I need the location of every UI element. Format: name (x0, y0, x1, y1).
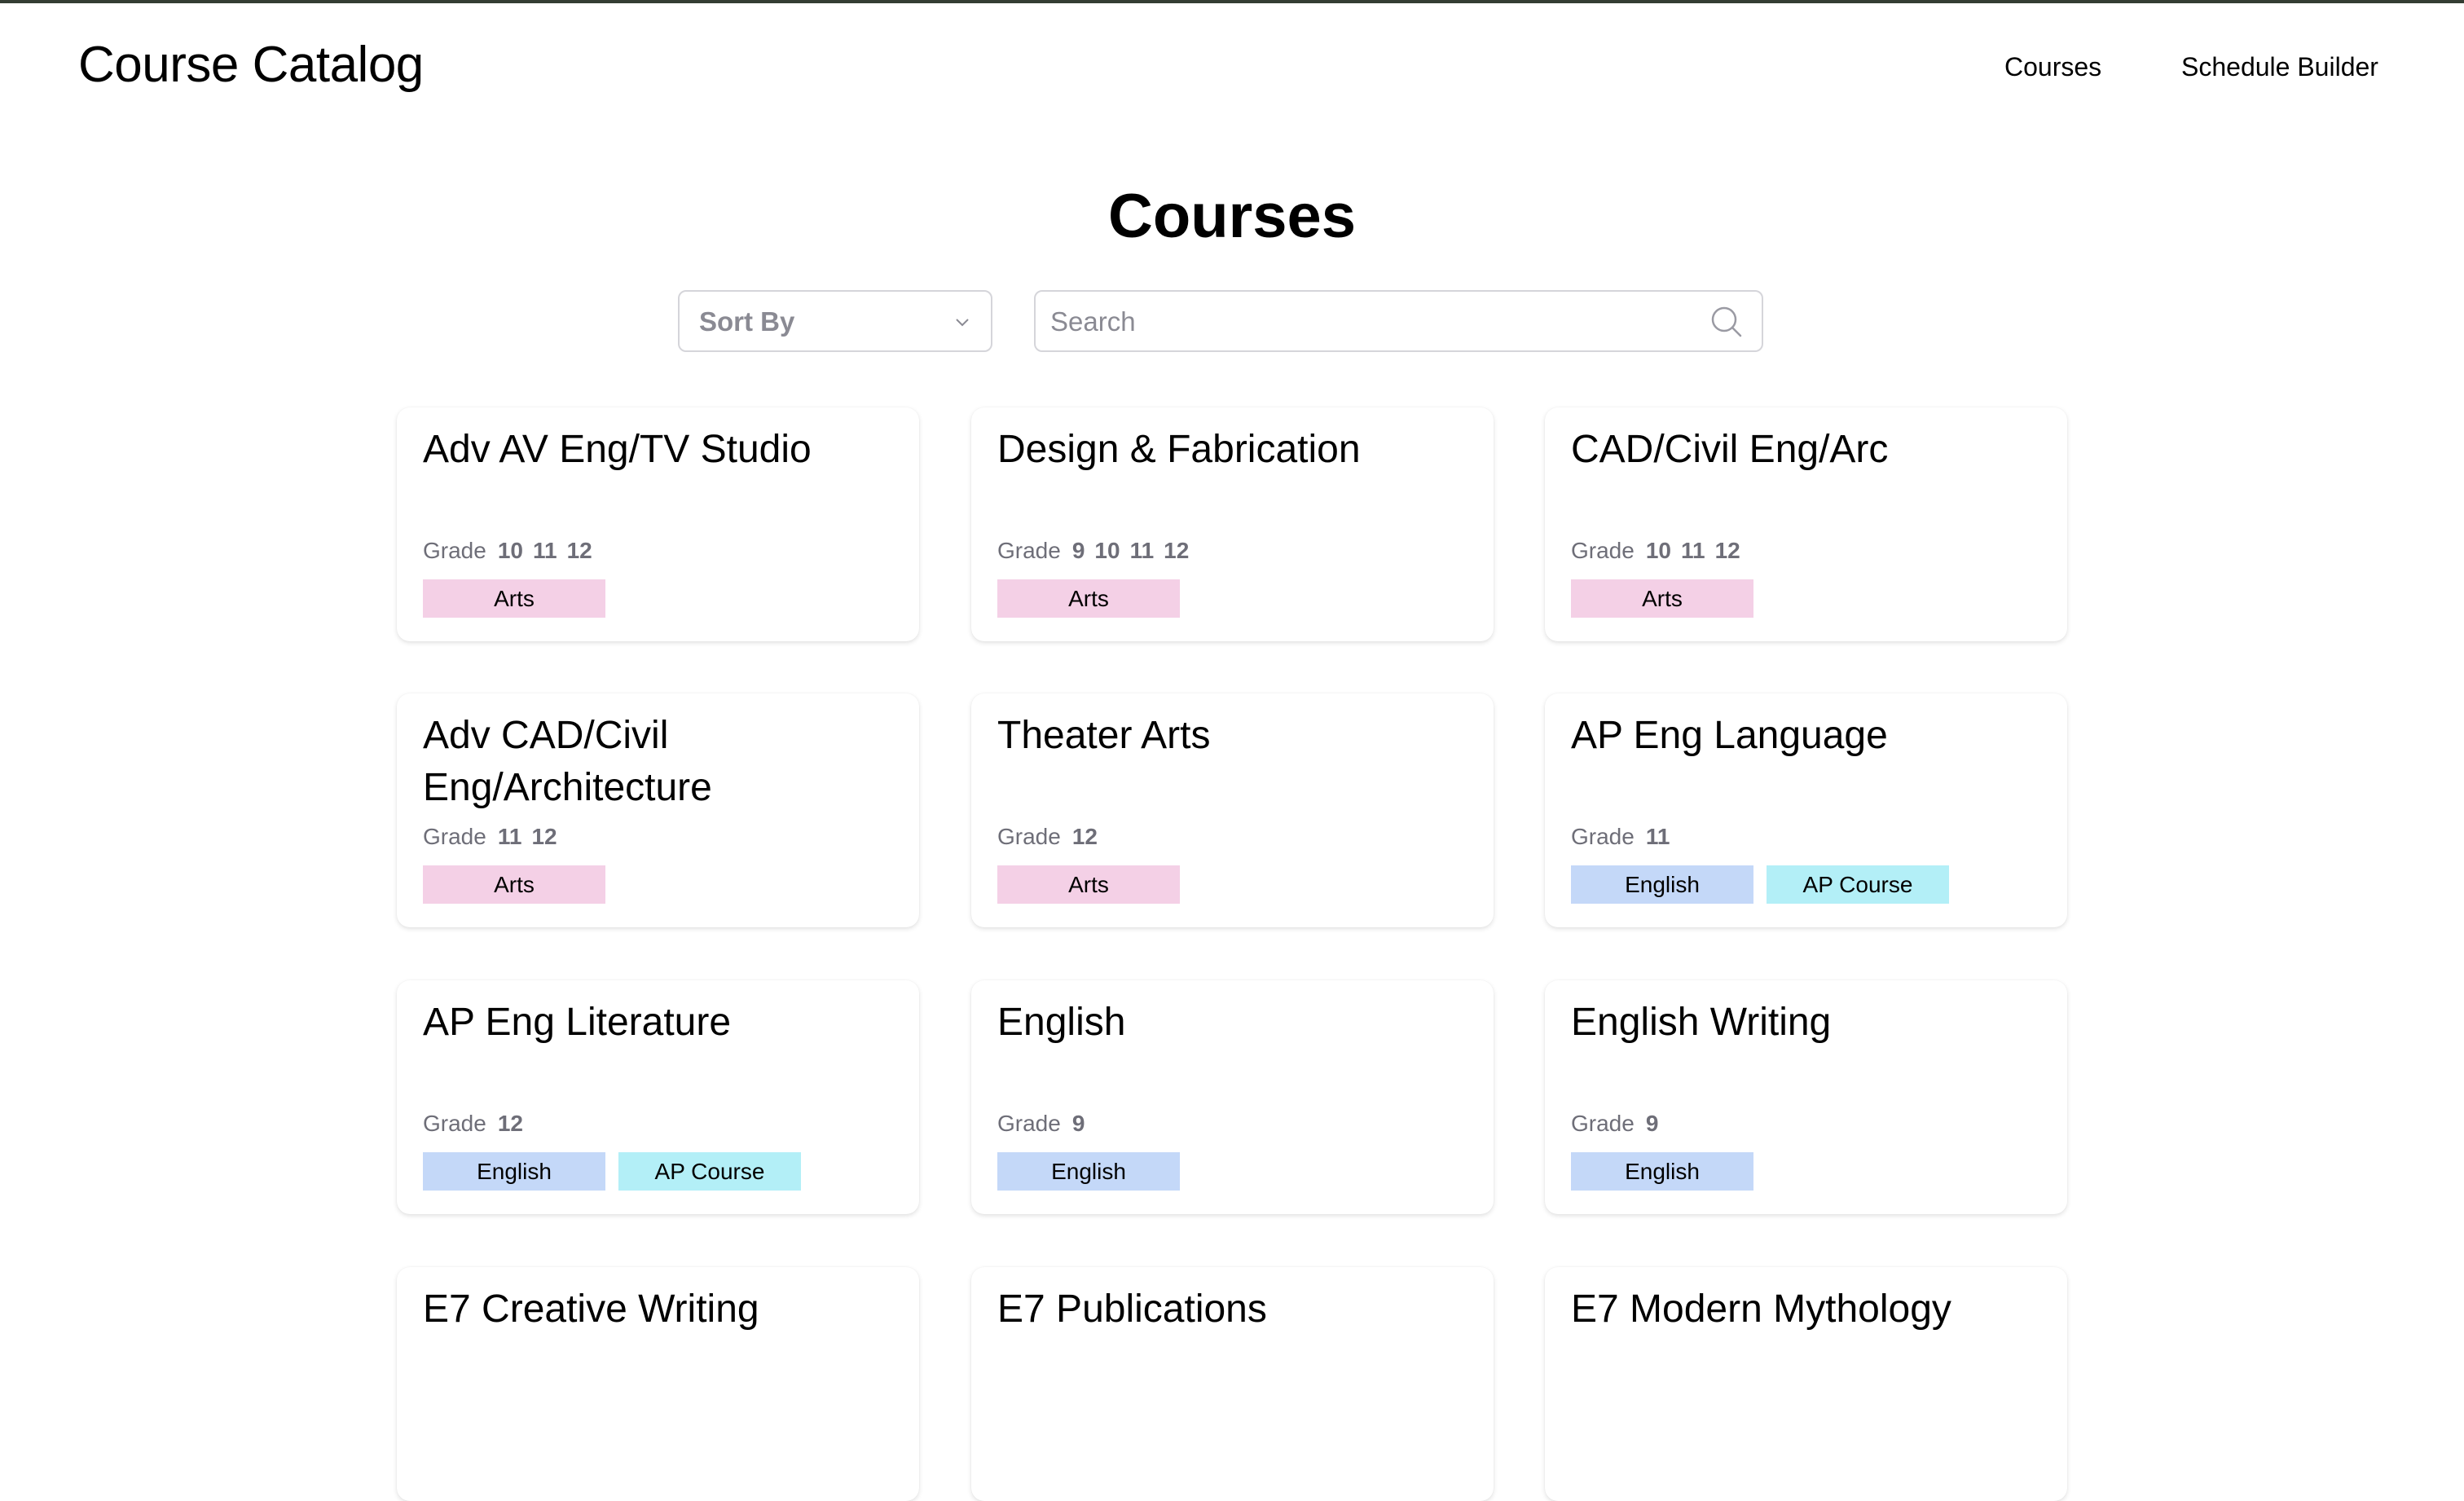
grade-label: Grade (997, 824, 1061, 849)
course-tags: Arts (1571, 579, 1753, 618)
course-tags: Arts (423, 865, 605, 904)
course-card[interactable]: AP Eng Literature Grade 12 English AP Course (397, 980, 919, 1214)
grade-number: 10 (497, 538, 523, 563)
tag-arts: Arts (997, 579, 1180, 618)
course-card[interactable]: Adv AV Eng/TV Studio Grade 10 11 12 Arts (397, 407, 919, 641)
course-title: English Writing (1571, 1001, 1832, 1044)
grade-levels: Grade 9 (1571, 1111, 1668, 1137)
grade-levels: Grade 11 (1571, 824, 1679, 850)
course-tags: English AP Course (423, 1152, 801, 1191)
tag-ap-course: AP Course (618, 1152, 801, 1191)
course-tags: Arts (997, 865, 1180, 904)
page-title: Courses (1107, 182, 1357, 251)
course-tags: Arts (997, 579, 1180, 618)
course-tags: English (997, 1152, 1180, 1191)
grade-number: 12 (497, 1111, 523, 1136)
course-title: E7 Publications (997, 1288, 1267, 1331)
grade-levels: Grade 9 10 11 12 (997, 538, 1199, 564)
grade-number: 10 (1094, 538, 1120, 563)
course-title: English (997, 1001, 1126, 1044)
course-tags: English AP Course (1571, 865, 1949, 904)
tag-arts: Arts (423, 579, 605, 618)
grade-number: 12 (531, 824, 557, 849)
grade-label: Grade (1571, 538, 1635, 563)
course-card[interactable]: E7 Publications (971, 1267, 1494, 1501)
grade-levels: Grade 9 (997, 1111, 1094, 1137)
search-icon[interactable] (1709, 305, 1744, 339)
grade-levels: Grade 12 (423, 1111, 533, 1137)
grade-number: 11 (497, 824, 522, 849)
course-card[interactable]: CAD/Civil Eng/Arc Grade 10 11 12 Arts (1545, 407, 2067, 641)
grade-number: 12 (1071, 824, 1098, 849)
grade-label: Grade (1571, 1111, 1635, 1136)
grade-levels: Grade 12 (997, 824, 1107, 850)
tag-english: English (423, 1152, 605, 1191)
tag-arts: Arts (423, 865, 605, 904)
sort-by-label: Sort By (699, 306, 795, 337)
grade-label: Grade (997, 538, 1061, 563)
grade-number: 11 (532, 538, 557, 563)
chevron-down-icon (956, 319, 969, 327)
grade-label: Grade (423, 1111, 486, 1136)
grade-label: Grade (423, 538, 486, 563)
course-tags: Arts (423, 579, 605, 618)
tag-english: English (1571, 865, 1753, 904)
nav-link-schedule-builder[interactable]: Schedule Builder (2181, 52, 2378, 82)
grade-number: 9 (1071, 1111, 1085, 1136)
course-title: Design & Fabrication (997, 428, 1361, 471)
search-box[interactable] (1034, 290, 1763, 352)
course-title: Adv CAD/Civil Eng/Architecture (423, 714, 712, 809)
course-title: Adv AV Eng/TV Studio (423, 428, 812, 471)
course-card[interactable]: E7 Modern Mythology (1545, 1267, 2067, 1501)
course-title: CAD/Civil Eng/Arc (1571, 428, 1889, 471)
tag-arts: Arts (1571, 579, 1753, 618)
grade-levels: Grade 10 11 12 (423, 538, 602, 564)
grade-label: Grade (423, 824, 486, 849)
top-border (0, 0, 2464, 3)
grade-number: 11 (1129, 538, 1155, 563)
tag-english: English (997, 1152, 1180, 1191)
course-card[interactable]: Adv CAD/Civil Eng/Architecture Grade 11 12 A… (397, 693, 919, 927)
grade-number: 10 (1645, 538, 1671, 563)
grade-levels: Grade 10 11 12 (1571, 538, 1750, 564)
site-brand[interactable]: Course Catalog (78, 36, 424, 94)
grade-number: 11 (1645, 824, 1670, 849)
grade-levels: Grade 11 12 (423, 824, 567, 850)
nav-link-courses[interactable]: Courses (2004, 52, 2101, 82)
course-card[interactable]: English Grade 9 English (971, 980, 1494, 1214)
grade-number: 12 (1164, 538, 1190, 563)
sort-by-select[interactable]: Sort By (678, 290, 992, 352)
course-tags: English (1571, 1152, 1753, 1191)
course-card[interactable]: Design & Fabrication Grade 9 10 11 12 Arts (971, 407, 1494, 641)
grade-number: 12 (1714, 538, 1740, 563)
search-input[interactable] (1049, 295, 1687, 349)
tag-arts: Arts (997, 865, 1180, 904)
course-card[interactable]: Theater Arts Grade 12 Arts (971, 693, 1494, 927)
grade-label: Grade (1571, 824, 1635, 849)
course-title: Theater Arts (997, 714, 1211, 757)
grade-number: 12 (566, 538, 592, 563)
course-card[interactable]: English Writing Grade 9 English (1545, 980, 2067, 1214)
tag-ap-course: AP Course (1767, 865, 1949, 904)
grade-number: 9 (1071, 538, 1085, 563)
course-title: AP Eng Literature (423, 1001, 732, 1044)
course-title: E7 Creative Writing (423, 1288, 759, 1331)
tag-english: English (1571, 1152, 1753, 1191)
grade-number: 11 (1680, 538, 1705, 563)
course-card[interactable]: E7 Creative Writing (397, 1267, 919, 1501)
course-title: E7 Modern Mythology (1571, 1288, 1951, 1331)
grade-number: 9 (1645, 1111, 1659, 1136)
course-title: AP Eng Language (1571, 714, 1888, 757)
grade-label: Grade (997, 1111, 1061, 1136)
course-card[interactable]: AP Eng Language Grade 11 English AP Course (1545, 693, 2067, 927)
